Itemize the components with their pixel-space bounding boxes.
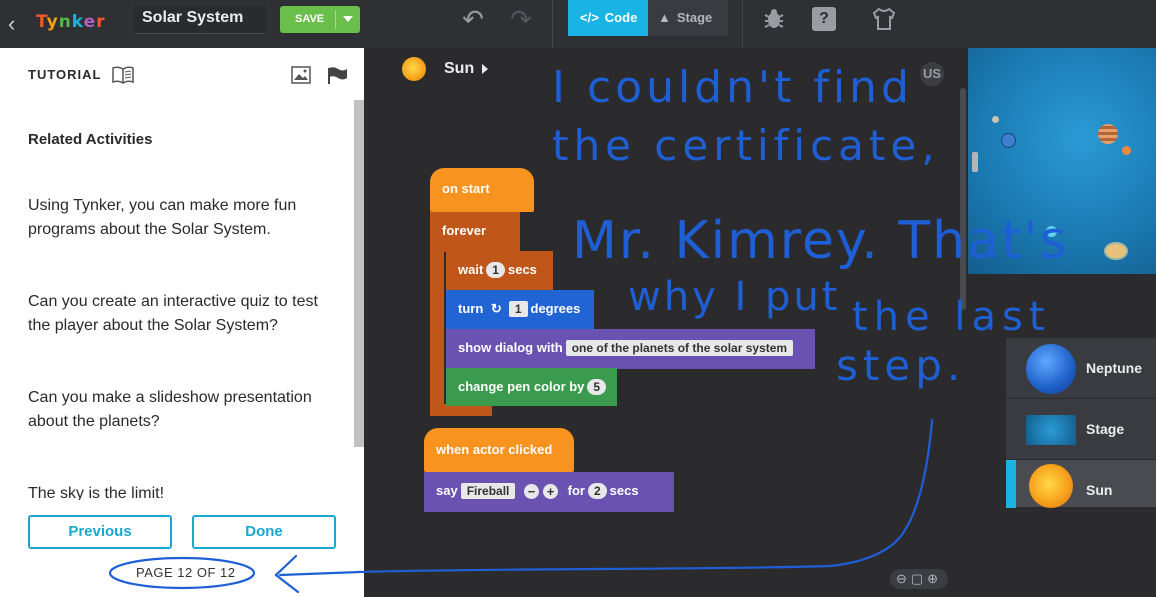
on-start-block[interactable]: on start [430, 168, 534, 212]
save-options-chevron-icon[interactable] [343, 16, 353, 22]
tutorial-paragraph: Can you make a slideshow presentation ab… [28, 389, 312, 430]
uranus-sprite[interactable] [1046, 226, 1057, 237]
earth-sprite[interactable] [1002, 134, 1015, 147]
plus-icon[interactable]: + [543, 484, 559, 500]
pen-color-input[interactable]: 5 [587, 379, 607, 395]
redo-icon[interactable]: ↷ [506, 4, 536, 34]
rotate-icon: ↻ [490, 301, 502, 316]
previous-button[interactable]: Previous [28, 515, 172, 549]
code-icon: </> [580, 10, 599, 25]
neptune-thumbnail [1026, 344, 1076, 394]
actor-item-label: Sun [1086, 482, 1113, 498]
wait-block[interactable]: wait 1 secs [446, 251, 553, 291]
done-button[interactable]: Done [192, 515, 336, 549]
sun-thumbnail [1029, 464, 1073, 508]
chevron-left-icon[interactable]: ‹ [8, 10, 28, 38]
say-text-input[interactable]: Fireball [460, 483, 516, 499]
mars-sprite[interactable] [1122, 146, 1131, 155]
sun-icon[interactable] [402, 57, 426, 81]
top-bar: ‹ Tynker Solar System SAVE ↶ ↷ </> Code ▲… [0, 0, 1156, 48]
tutorial-paragraph: The sky is the limit! [28, 485, 165, 500]
actor-item-label: Stage [1086, 421, 1125, 437]
stage-thumbnail [1026, 415, 1076, 445]
stage-resize-handle[interactable] [972, 152, 978, 172]
turn-degrees-input[interactable]: 1 [508, 301, 528, 317]
tutorial-heading: TUTORIAL [28, 67, 102, 82]
save-button[interactable]: SAVE [280, 6, 360, 33]
actor-item-stage[interactable]: Stage [1006, 399, 1156, 460]
forever-block-arm [430, 252, 444, 416]
saturn-sprite[interactable] [1106, 244, 1126, 258]
change-pen-color-block[interactable]: change pen color by 5 [446, 368, 617, 406]
toolbar-divider [742, 0, 743, 48]
actor-item-neptune[interactable]: Neptune [1006, 338, 1156, 399]
forever-block[interactable]: forever [430, 212, 520, 252]
flag-icon[interactable] [327, 65, 349, 85]
jupiter-sprite[interactable] [1098, 124, 1118, 144]
image-icon: ▲ [658, 10, 671, 25]
say-block[interactable]: say Fireball − + for 2 secs [424, 472, 674, 512]
toolbar-divider [552, 0, 553, 48]
user-badge[interactable]: US [920, 62, 944, 86]
wait-seconds-input[interactable]: 1 [486, 262, 505, 278]
zoom-out-icon[interactable]: ⊖ [896, 571, 911, 586]
show-dialog-block[interactable]: show dialog with one of the planets of th… [446, 329, 815, 369]
say-duration-input[interactable]: 2 [587, 483, 607, 499]
tutorial-paragraph: Using Tynker, you can make more fun prog… [28, 197, 297, 238]
save-divider [335, 10, 336, 29]
code-workspace[interactable]: Sun US on start forever wait 1 secs turn ↻… [364, 48, 968, 597]
tutorial-content: Related Activities Using Tynker, you can… [0, 120, 354, 500]
actor-item-label: Neptune [1086, 360, 1142, 376]
turn-block[interactable]: turn ↻ 1 degrees [446, 290, 594, 330]
tynker-logo[interactable]: Tynker [36, 10, 106, 34]
actor-name[interactable]: Sun [444, 59, 474, 79]
project-title-input[interactable]: Solar System [134, 6, 266, 34]
tab-code[interactable]: </> Code [568, 0, 648, 36]
bug-icon[interactable] [761, 6, 787, 32]
mercury-sprite[interactable] [992, 116, 999, 123]
save-label: SAVE [295, 13, 325, 25]
book-icon[interactable] [112, 65, 134, 85]
tutorial-scrollbar[interactable] [354, 100, 364, 447]
zoom-reset-icon[interactable]: ▢ [911, 571, 927, 586]
undo-icon[interactable]: ↶ [458, 4, 488, 34]
zoom-in-icon[interactable]: ⊕ [927, 571, 942, 586]
image-icon[interactable] [290, 65, 312, 85]
code-scrollbar[interactable] [960, 88, 966, 310]
actor-item-sun[interactable]: Sun [1006, 460, 1156, 508]
app-root: ‹ Tynker Solar System SAVE ↶ ↷ </> Code ▲… [0, 0, 1156, 597]
selection-indicator [1006, 460, 1016, 508]
help-icon[interactable]: ? [812, 7, 836, 31]
page-indicator: PAGE 12 OF 12 [136, 565, 236, 580]
stage-background [968, 48, 1156, 274]
tutorial-paragraph: Can you create an interactive quiz to te… [28, 293, 318, 334]
shirt-icon[interactable] [871, 6, 897, 32]
zoom-controls[interactable]: ⊖▢⊕ [890, 569, 948, 589]
when-actor-clicked-block[interactable]: when actor clicked [424, 428, 574, 472]
minus-icon[interactable]: − [524, 484, 540, 500]
tutorial-subheading: Related Activities [28, 131, 153, 148]
stage-preview[interactable] [968, 48, 1156, 274]
chevron-right-icon[interactable] [482, 64, 488, 74]
tutorial-panel: TUTORIAL Related Activities Using Tynker… [0, 48, 364, 597]
actor-list: Neptune Stage Sun [1006, 338, 1156, 508]
tab-stage[interactable]: ▲ Stage [648, 0, 728, 36]
dialog-text-input[interactable]: one of the planets of the solar system [565, 340, 794, 356]
